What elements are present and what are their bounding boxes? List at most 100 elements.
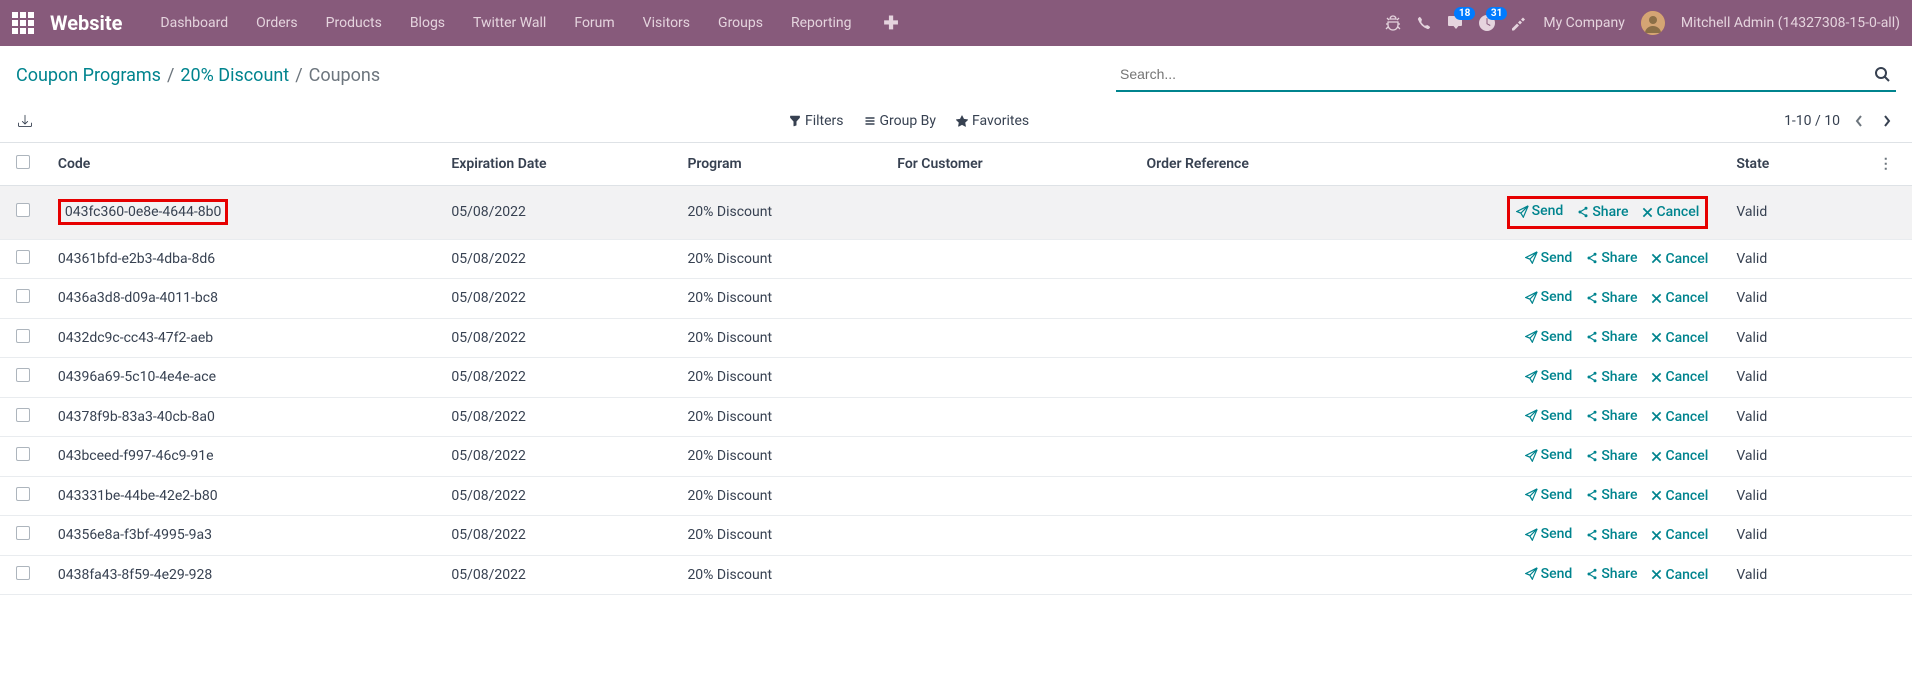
cancel-button[interactable]: Cancel: [1651, 369, 1708, 385]
share-button[interactable]: Share: [1586, 487, 1637, 503]
column-options-icon[interactable]: ⋮: [1879, 156, 1893, 172]
row-checkbox[interactable]: [16, 447, 30, 461]
row-checkbox[interactable]: [16, 408, 30, 422]
nav-orders[interactable]: Orders: [242, 3, 312, 43]
nav-forum[interactable]: Forum: [560, 3, 628, 43]
breadcrumb-current: Coupons: [309, 65, 381, 86]
nav-visitors[interactable]: Visitors: [629, 3, 704, 43]
program-name: 20% Discount: [679, 516, 889, 556]
row-checkbox[interactable]: [16, 487, 30, 501]
cancel-button[interactable]: Cancel: [1651, 567, 1708, 583]
cancel-button[interactable]: Cancel: [1651, 330, 1708, 346]
customer: [889, 476, 1138, 516]
cancel-button[interactable]: Cancel: [1651, 251, 1708, 267]
share-button[interactable]: Share: [1586, 448, 1637, 464]
program-name: 20% Discount: [679, 358, 889, 398]
cancel-button[interactable]: Cancel: [1651, 409, 1708, 425]
nav-groups[interactable]: Groups: [704, 3, 777, 43]
pager-next-icon[interactable]: [1878, 110, 1896, 132]
company-selector[interactable]: My Company: [1543, 15, 1625, 31]
column-order[interactable]: Order Reference: [1139, 143, 1428, 186]
cancel-button[interactable]: Cancel: [1651, 290, 1708, 306]
breadcrumb-link-programs[interactable]: Coupon Programs: [16, 65, 161, 86]
send-button[interactable]: Send: [1525, 447, 1573, 463]
share-button[interactable]: Share: [1586, 566, 1637, 582]
activity-icon[interactable]: 31: [1479, 15, 1495, 31]
send-button[interactable]: Send: [1525, 566, 1573, 582]
row-checkbox[interactable]: [16, 289, 30, 303]
column-program[interactable]: Program: [679, 143, 889, 186]
cancel-button[interactable]: Cancel: [1651, 448, 1708, 464]
share-button[interactable]: Share: [1586, 290, 1637, 306]
brand-name[interactable]: Website: [50, 11, 122, 35]
search-icon[interactable]: [1868, 66, 1896, 82]
groupby-button[interactable]: Group By: [864, 113, 937, 129]
export-icon[interactable]: [16, 112, 34, 130]
coupon-code: 04356e8a-f3bf-4995-9a3: [58, 527, 212, 543]
share-button[interactable]: Share: [1586, 250, 1637, 266]
send-button[interactable]: Send: [1525, 487, 1573, 503]
topbar: Website DashboardOrdersProductsBlogsTwit…: [0, 0, 1912, 46]
search-input[interactable]: [1116, 62, 1868, 86]
breadcrumb-link-discount[interactable]: 20% Discount: [180, 65, 289, 86]
row-checkbox[interactable]: [16, 368, 30, 382]
column-customer[interactable]: For Customer: [889, 143, 1138, 186]
send-button[interactable]: Send: [1525, 250, 1573, 266]
favorites-button[interactable]: Favorites: [956, 113, 1029, 129]
table-row[interactable]: 0432dc9c-cc43-47f2-aeb05/08/202220% Disc…: [0, 318, 1912, 358]
select-all-checkbox[interactable]: [16, 155, 30, 169]
table-row[interactable]: 043331be-44be-42e2-b8005/08/202220% Disc…: [0, 476, 1912, 516]
cancel-button[interactable]: Cancel: [1651, 488, 1708, 504]
share-button[interactable]: Share: [1586, 329, 1637, 345]
share-button[interactable]: Share: [1586, 408, 1637, 424]
user-menu[interactable]: Mitchell Admin (14327308-15-0-all): [1681, 15, 1900, 31]
messaging-icon[interactable]: 18: [1447, 15, 1463, 31]
nav-products[interactable]: Products: [312, 3, 396, 43]
share-button[interactable]: Share: [1586, 527, 1637, 543]
share-button[interactable]: Share: [1577, 204, 1628, 220]
program-name: 20% Discount: [679, 318, 889, 358]
user-avatar[interactable]: [1641, 11, 1665, 35]
pager-prev-icon[interactable]: [1850, 110, 1868, 132]
send-button[interactable]: Send: [1525, 289, 1573, 305]
table-row[interactable]: 0436a3d8-d09a-4011-bc805/08/202220% Disc…: [0, 279, 1912, 319]
coupon-code: 0432dc9c-cc43-47f2-aeb: [58, 330, 213, 346]
tools-icon[interactable]: [1511, 15, 1527, 31]
cancel-button[interactable]: Cancel: [1651, 527, 1708, 543]
send-button[interactable]: Send: [1525, 368, 1573, 384]
nav-reporting[interactable]: Reporting: [777, 3, 866, 43]
row-checkbox[interactable]: [16, 526, 30, 540]
table-row[interactable]: 04356e8a-f3bf-4995-9a305/08/202220% Disc…: [0, 516, 1912, 556]
send-button[interactable]: Send: [1525, 526, 1573, 542]
program-name: 20% Discount: [679, 239, 889, 279]
row-checkbox[interactable]: [16, 566, 30, 580]
add-menu-icon[interactable]: ✚: [870, 13, 913, 34]
nav-blogs[interactable]: Blogs: [396, 3, 459, 43]
table-row[interactable]: 04378f9b-83a3-40cb-8a005/08/202220% Disc…: [0, 397, 1912, 437]
share-button[interactable]: Share: [1586, 369, 1637, 385]
debug-icon[interactable]: [1385, 15, 1401, 31]
table-row[interactable]: 0438fa43-8f59-4e29-92805/08/202220% Disc…: [0, 555, 1912, 595]
customer: [889, 555, 1138, 595]
column-state[interactable]: State: [1728, 143, 1859, 186]
coupons-table: Code Expiration Date Program For Custome…: [0, 143, 1912, 595]
table-row[interactable]: 043bceed-f997-46c9-91e05/08/202220% Disc…: [0, 437, 1912, 477]
table-row[interactable]: 043fc360-0e8e-4644-8b005/08/202220% Disc…: [0, 186, 1912, 240]
row-checkbox[interactable]: [16, 203, 30, 217]
pager-text[interactable]: 1-10 / 10: [1784, 113, 1840, 129]
row-checkbox[interactable]: [16, 250, 30, 264]
apps-menu-icon[interactable]: [12, 12, 34, 34]
table-row[interactable]: 04396a69-5c10-4e4e-ace05/08/202220% Disc…: [0, 358, 1912, 398]
column-code[interactable]: Code: [50, 143, 444, 186]
send-button[interactable]: Send: [1525, 408, 1573, 424]
send-button[interactable]: Send: [1525, 329, 1573, 345]
cancel-button[interactable]: Cancel: [1642, 204, 1699, 220]
phone-icon[interactable]: [1417, 16, 1431, 30]
nav-dashboard[interactable]: Dashboard: [146, 3, 242, 43]
row-checkbox[interactable]: [16, 329, 30, 343]
filters-button[interactable]: Filters: [789, 113, 844, 129]
send-button[interactable]: Send: [1516, 203, 1564, 219]
column-expiration[interactable]: Expiration Date: [443, 143, 679, 186]
nav-twitter-wall[interactable]: Twitter Wall: [459, 3, 560, 43]
table-row[interactable]: 04361bfd-e2b3-4dba-8d605/08/202220% Disc…: [0, 239, 1912, 279]
